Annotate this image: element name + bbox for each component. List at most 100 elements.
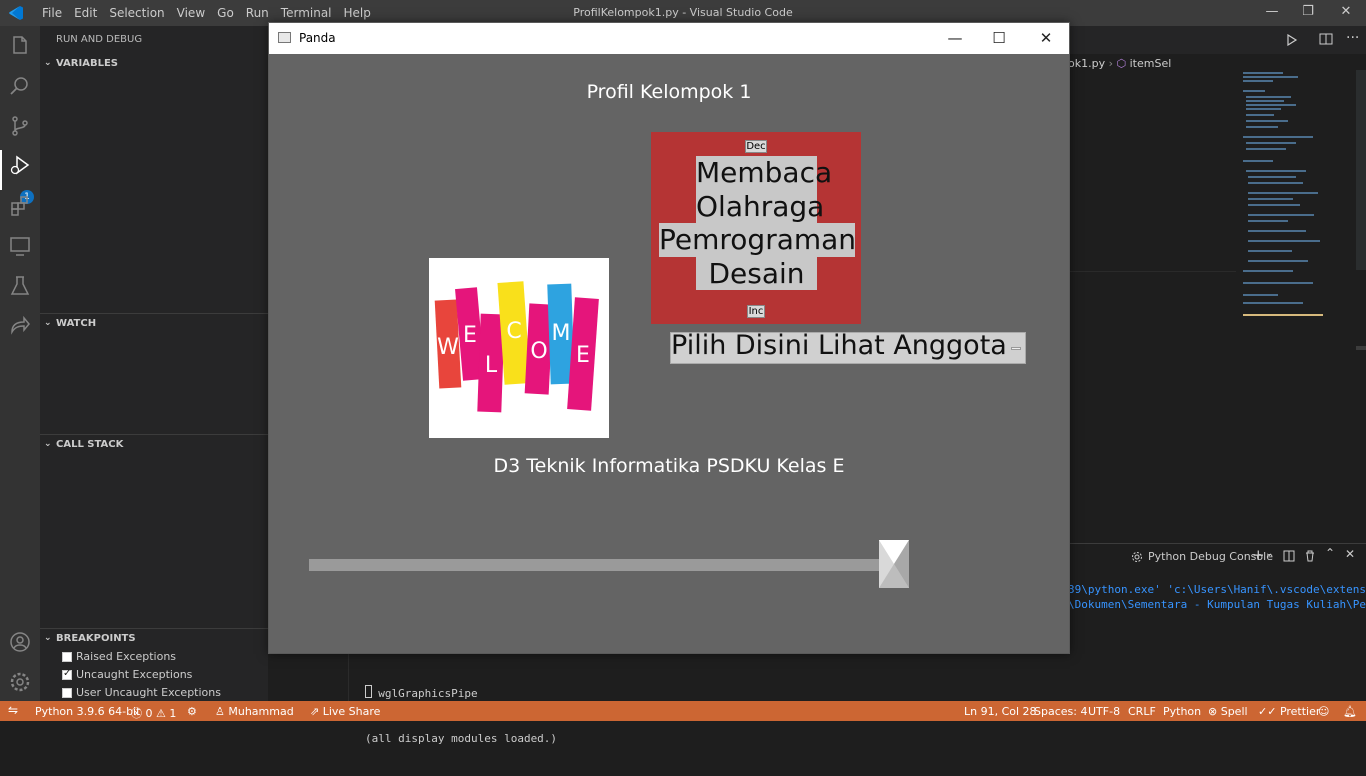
line-ending[interactable]: CRLF — [1128, 705, 1156, 718]
chevron-down-icon: ⌄ — [44, 318, 52, 328]
explorer-icon[interactable] — [8, 34, 32, 58]
close-icon[interactable]: ✕ — [1036, 28, 1056, 48]
terminal-output: 39\python.exe' 'c:\Users\Hanif\.vscode\e… — [1068, 582, 1366, 612]
hobby-item[interactable]: Pemrograman — [659, 223, 856, 257]
testing-icon[interactable] — [8, 274, 32, 298]
bell-icon[interactable]: 🔔︎ — [1343, 705, 1357, 718]
live-share-status[interactable]: ⇗ Live Share — [310, 705, 380, 718]
watch-label: WATCH — [56, 318, 97, 329]
divider — [40, 628, 268, 629]
account-status[interactable]: ♙ Muhammad — [215, 705, 294, 718]
terminal-panel: Python Debug Console + ⌄ ⌃ ✕ — [1068, 543, 1366, 701]
minimize-icon[interactable]: — — [1262, 4, 1282, 22]
run-icon[interactable] — [1286, 34, 1298, 46]
breakpoint-label: User Uncaught Exceptions — [76, 686, 221, 699]
problems-indicator[interactable]: ⓧ 0 ⚠ 1 — [131, 705, 176, 721]
panda-title: Panda — [299, 31, 336, 45]
welcome-letter: C — [506, 319, 521, 344]
source-control-icon[interactable] — [8, 114, 32, 138]
member-dropdown[interactable]: Pilih Disini Lihat Anggota — [670, 330, 1026, 364]
bottom-terminal[interactable]: wglGraphicsPipe (all display modules loa… — [348, 654, 1068, 745]
variables-section[interactable]: ⌄ VARIABLES — [40, 58, 268, 69]
symbol-icon: ⬡ — [1116, 57, 1127, 70]
breadcrumb-symbol[interactable]: itemSel — [1130, 57, 1172, 70]
spell-status[interactable]: ⊗ Spell — [1208, 705, 1248, 718]
watch-section[interactable]: ⌄ WATCH — [40, 318, 268, 329]
dec-button[interactable]: Dec — [745, 140, 767, 153]
remote-icon[interactable]: ⇋ — [8, 703, 18, 717]
call-stack-label: CALL STACK — [56, 439, 124, 450]
breakpoint-uncaught[interactable]: Uncaught Exceptions — [62, 668, 192, 681]
chevron-down-icon[interactable]: ⌄ — [1265, 548, 1273, 559]
status-bar: ⇋ Python 3.9.6 64-bit ⓧ 0 ⚠ 1 ⚙ ♙ Muhamm… — [0, 701, 1366, 721]
run-debug-sidebar: RUN AND DEBUG ⌄ VARIABLES ⌄ WATCH ⌄ CALL ST… — [40, 26, 268, 701]
split-editor-icon[interactable] — [1319, 32, 1333, 46]
live-share-icon[interactable] — [8, 314, 32, 338]
app-icon — [278, 32, 291, 43]
prettier-status[interactable]: ✓✓ Prettier — [1258, 705, 1320, 718]
maximize-panel-icon[interactable]: ⌃ — [1325, 546, 1335, 560]
more-actions-icon[interactable]: ··· — [1346, 30, 1359, 46]
breakpoints-section[interactable]: ⌄ BREAKPOINTS — [40, 633, 268, 644]
slider-thumb[interactable] — [879, 540, 909, 588]
panda-titlebar: Panda — ☐ ✕ — [269, 23, 1069, 54]
breakpoint-user-uncaught[interactable]: User Uncaught Exceptions — [62, 686, 221, 699]
panda-window: Panda — ☐ ✕ Profil Kelompok 1 Dec Membac… — [268, 22, 1070, 654]
gear-icon[interactable] — [8, 670, 32, 694]
divider — [40, 313, 268, 314]
spell-label: Spell — [1220, 705, 1248, 718]
profile-heading: Profil Kelompok 1 — [586, 81, 752, 103]
new-terminal-icon[interactable]: + — [1252, 546, 1265, 564]
error-count: 0 — [145, 707, 153, 720]
call-stack-section[interactable]: ⌄ CALL STACK — [40, 439, 268, 450]
footer-text: D3 Teknik Informatika PSDKU Kelas E — [493, 455, 845, 477]
dropdown-label: Pilih Disini Lihat Anggota — [671, 330, 1007, 361]
indentation[interactable]: Spaces: 4 — [1034, 705, 1087, 718]
minimize-icon[interactable]: — — [945, 28, 965, 48]
hobby-item[interactable]: Membaca — [696, 156, 832, 190]
scrollbar[interactable] — [1356, 70, 1366, 270]
panda-canvas[interactable]: Profil Kelompok 1 Dec Membaca Olahraga P… — [269, 54, 1069, 653]
welcome-letter: L — [485, 353, 498, 378]
trash-icon[interactable] — [1304, 550, 1316, 562]
breakpoint-label: Raised Exceptions — [76, 650, 177, 663]
language-mode[interactable]: Python — [1163, 705, 1201, 718]
search-icon[interactable] — [8, 74, 32, 98]
python-interpreter[interactable]: Python 3.9.6 64-bit — [35, 705, 140, 718]
close-panel-icon[interactable]: ✕ — [1345, 547, 1355, 561]
breadcrumb-file[interactable]: ok1.py — [1068, 57, 1105, 70]
extensions-icon[interactable] — [8, 194, 32, 218]
checkbox[interactable] — [62, 651, 72, 662]
hobby-scroll-frame: Dec Membaca Olahraga Pemrograman Desain … — [651, 132, 861, 324]
scroll-marker — [1356, 346, 1366, 350]
account-icon[interactable] — [8, 630, 32, 654]
welcome-letter: E — [463, 323, 477, 348]
checkbox-checked[interactable] — [62, 668, 72, 680]
divider — [40, 434, 268, 435]
debug-icon[interactable]: ⚙ — [187, 705, 197, 718]
breakpoint-raised[interactable]: Raised Exceptions — [62, 650, 176, 663]
close-icon[interactable]: ✕ — [1336, 4, 1356, 22]
minimap[interactable] — [1238, 70, 1358, 330]
active-indicator — [0, 150, 2, 190]
run-debug-icon[interactable] — [8, 154, 32, 178]
breakpoint-label: Uncaught Exceptions — [76, 668, 193, 681]
inc-button[interactable]: Inc — [747, 305, 765, 318]
hobby-item[interactable]: Desain — [696, 257, 817, 290]
checkbox[interactable] — [62, 687, 72, 698]
cursor-position[interactable]: Ln 91, Col 28 — [964, 705, 1037, 718]
activity-bar: 1 — [0, 26, 40, 701]
window-title: ProfilKelompok1.py - Visual Studio Code — [573, 6, 793, 19]
maximize-icon[interactable]: ☐ — [989, 28, 1009, 48]
welcome-letter: E — [576, 343, 590, 368]
restore-icon[interactable]: ❐ — [1298, 4, 1318, 22]
slider-track[interactable] — [309, 559, 889, 571]
remote-explorer-icon[interactable] — [8, 234, 32, 258]
split-terminal-icon[interactable] — [1283, 550, 1295, 562]
terminal-line: \Dokumen\Sementara - Kumpulan Tugas Kuli… — [1068, 598, 1366, 611]
feedback-icon[interactable]: ☺ — [1318, 705, 1329, 718]
user-name: Muhammad — [228, 705, 294, 718]
hobby-item[interactable]: Olahraga — [696, 190, 824, 223]
editor-code-area[interactable] — [1068, 72, 1236, 272]
encoding[interactable]: UTF-8 — [1088, 705, 1120, 718]
